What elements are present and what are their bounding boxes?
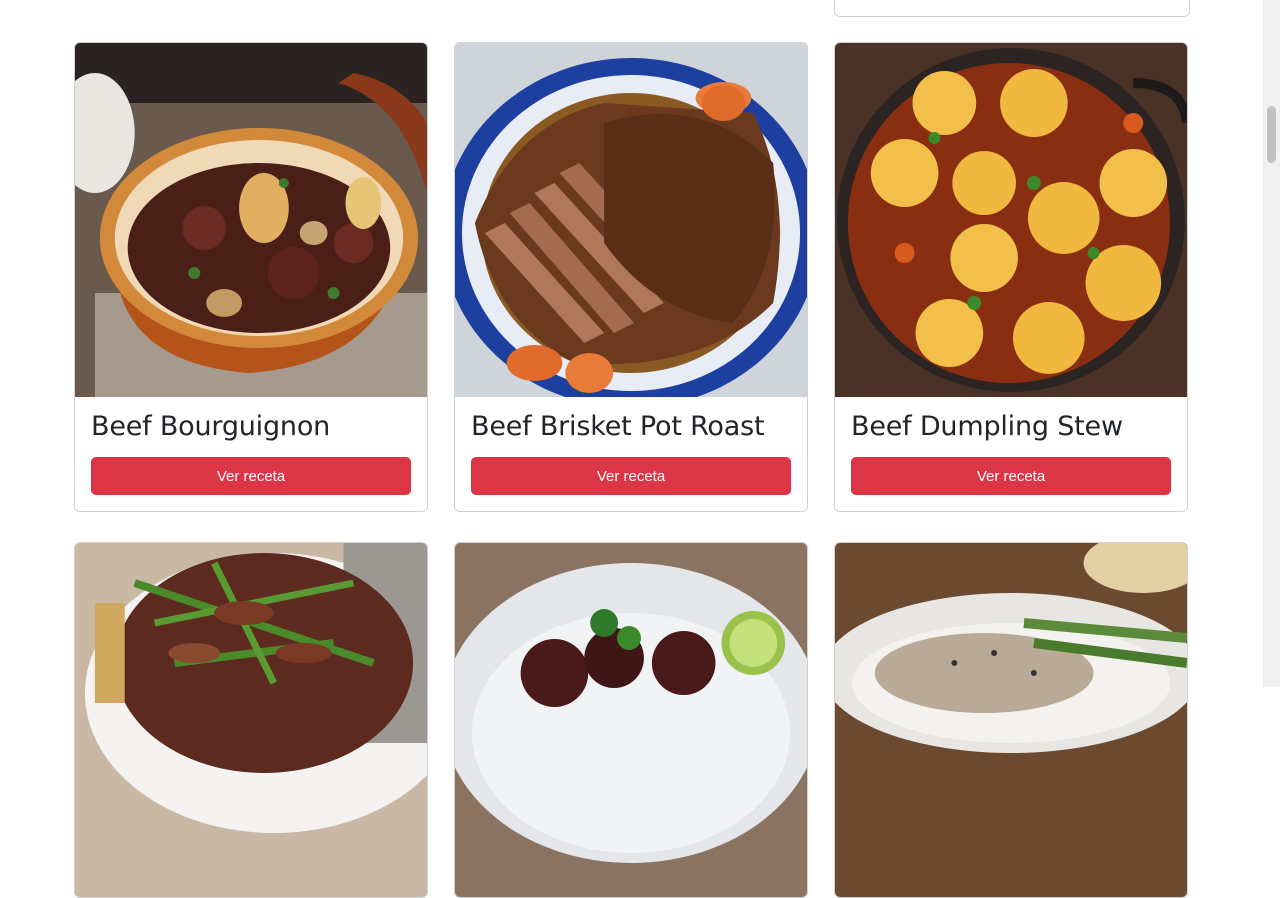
recipe-image[interactable] <box>455 543 807 897</box>
recipe-image[interactable] <box>835 43 1187 397</box>
recipe-card <box>834 542 1188 898</box>
recipe-card <box>454 542 808 898</box>
recipe-card: Beef Bourguignon Ver receta <box>74 42 428 513</box>
recipe-card: Beef Brisket Pot Roast Ver receta <box>454 42 808 513</box>
previous-card-bottom <box>834 0 1190 17</box>
recipe-title: Beef Brisket Pot Roast <box>471 411 765 442</box>
view-recipe-button[interactable]: Ver receta <box>471 457 791 496</box>
view-recipe-button[interactable]: Ver receta <box>91 457 411 496</box>
recipe-image[interactable] <box>835 543 1187 897</box>
view-recipe-button[interactable]: Ver receta <box>851 457 1171 496</box>
recipe-title: Beef Bourguignon <box>91 411 331 442</box>
recipe-image[interactable] <box>75 43 427 397</box>
recipe-title: Beef Dumpling Stew <box>851 411 1123 442</box>
recipe-card: Beef Dumpling Stew Ver receta <box>834 42 1188 513</box>
recipe-card <box>74 542 428 898</box>
recipe-image[interactable] <box>75 543 427 897</box>
page-scrollbar[interactable] <box>1263 0 1280 687</box>
recipe-image[interactable] <box>455 43 807 397</box>
scrollbar-thumb[interactable] <box>1267 106 1276 163</box>
